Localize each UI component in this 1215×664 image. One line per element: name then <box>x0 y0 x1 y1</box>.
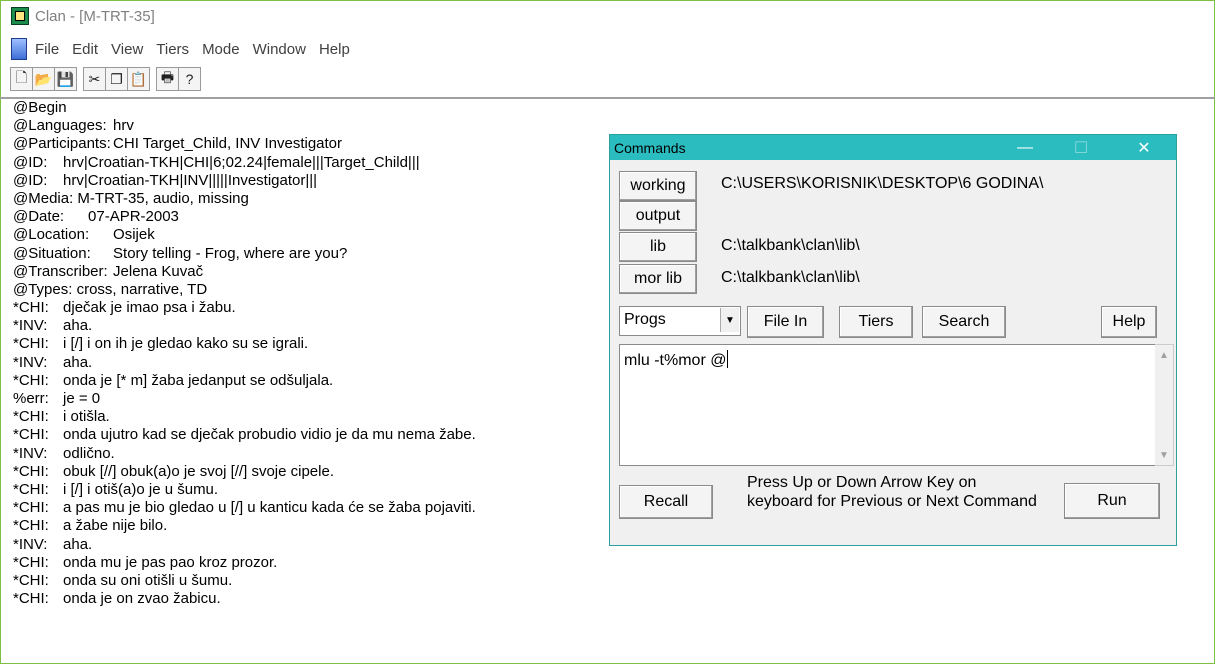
transcript-line: @Media: M-TRT-35, audio, missing <box>13 189 249 207</box>
new-file-icon[interactable]: 🗋 <box>11 68 33 90</box>
save-icon[interactable]: 💾 <box>55 68 76 90</box>
copy-icon[interactable]: ❐ <box>106 68 128 90</box>
menu-help[interactable]: Help <box>319 41 350 58</box>
search-button[interactable]: Search <box>922 306 1006 338</box>
scroll-down-icon[interactable]: ▼ <box>1155 447 1173 463</box>
recall-hint: Press Up or Down Arrow Key on keyboard f… <box>747 474 1037 510</box>
tiers-button[interactable]: Tiers <box>839 306 913 338</box>
transcript-line: @ID: hrv|Croatian-TKH|CHI|6;02.24|female… <box>13 153 420 171</box>
transcript-line: *INV: odlično. <box>13 444 115 462</box>
toolbar-misc-group: 🖶 ? <box>156 67 201 91</box>
cut-icon[interactable]: ✂ <box>84 68 106 90</box>
transcript-line: @Transcriber: Jelena Kuvač <box>13 262 204 280</box>
progs-dropdown-value: Progs <box>624 311 666 328</box>
command-input[interactable]: mlu -t%mor @ <box>619 344 1157 466</box>
transcript-line: @Situation: Story telling - Frog, where … <box>13 244 348 262</box>
transcript-line: *CHI: a žabe nije bilo. <box>13 517 168 535</box>
transcript-line: @Languages: hrv <box>13 117 134 135</box>
menu-bar: File Edit View Tiers Mode Window Help <box>1 35 1214 63</box>
menu-view[interactable]: View <box>111 41 143 58</box>
help-icon[interactable]: ? <box>179 68 200 90</box>
working-button[interactable]: working <box>619 171 697 201</box>
maximize-icon[interactable]: ☐ <box>1062 135 1100 160</box>
transcript-line: *CHI: onda su oni otišli u šumu. <box>13 571 233 589</box>
transcript-line: *CHI: a pas mu je bio gledao u [/] u kan… <box>13 499 476 517</box>
menu-tiers[interactable]: Tiers <box>156 41 189 58</box>
transcript-line: *CHI: onda je [* m] žaba jedanput se odš… <box>13 371 334 389</box>
help-button[interactable]: Help <box>1101 306 1157 338</box>
file-in-button[interactable]: File In <box>747 306 824 338</box>
chevron-down-icon[interactable]: ▼ <box>720 308 739 332</box>
transcript-line: *CHI: i [/] i on ih je gledao kako su se… <box>13 335 309 353</box>
run-button[interactable]: Run <box>1064 483 1160 519</box>
transcript-line: *CHI: obuk [//] obuk(a)o je svoj [//] sv… <box>13 462 334 480</box>
transcript-line: %err: je = 0 <box>13 390 101 407</box>
transcript-line: @Participants: CHI Target_Child, INV Inv… <box>13 135 343 153</box>
mor-lib-path: C:\talkbank\clan\lib\ <box>721 269 860 286</box>
lib-path: C:\talkbank\clan\lib\ <box>721 237 860 254</box>
close-icon[interactable]: ✕ <box>1125 135 1163 160</box>
transcript-line: *INV: aha. <box>13 535 93 553</box>
transcript-line: *CHI: i otišla. <box>13 408 110 426</box>
transcript-line: @Date: 07-APR-2003 <box>13 208 179 226</box>
menu-mode[interactable]: Mode <box>202 41 240 58</box>
working-path: C:\USERS\KORISNIK\DESKTOP\6 GODINA\ <box>721 175 1044 192</box>
transcript-text-area[interactable]: @Begin @Languages: hrv @Participants: CHI … <box>13 99 603 608</box>
commands-dialog: Commands — ☐ ✕ working C:\USERS\KORISNIK… <box>609 134 1177 546</box>
progs-dropdown[interactable]: Progs ▼ <box>619 306 741 336</box>
transcript-line: *INV: aha. <box>13 317 93 335</box>
toolbar-file-group: 🗋 📂 💾 <box>10 67 77 91</box>
transcript-line: *CHI: onda je on zvao žabicu. <box>13 590 221 608</box>
paste-icon[interactable]: 📋 <box>128 68 149 90</box>
clan-app-icon <box>11 7 29 25</box>
transcript-line: *INV: aha. <box>13 353 93 371</box>
document-icon[interactable] <box>11 38 27 60</box>
transcript-line: @ID: hrv|Croatian-TKH|INV|||||Investigat… <box>13 171 318 189</box>
menu-file[interactable]: File <box>35 41 59 58</box>
lib-button[interactable]: lib <box>619 232 697 262</box>
transcript-line: *CHI: i [/] i otiš(a)o je u šumu. <box>13 480 219 498</box>
transcript-line: @Begin <box>13 99 67 116</box>
transcript-line: *CHI: dječak je imao psa i žabu. <box>13 299 236 317</box>
transcript-line: *CHI: onda mu je pas pao kroz prozor. <box>13 553 278 571</box>
command-scrollbar[interactable]: ▲ ▼ <box>1155 344 1174 466</box>
output-button[interactable]: output <box>619 201 697 231</box>
toolbar-edit-group: ✂ ❐ 📋 <box>83 67 150 91</box>
menu-window[interactable]: Window <box>253 41 306 58</box>
print-icon[interactable]: 🖶 <box>157 68 179 90</box>
menu-edit[interactable]: Edit <box>72 41 98 58</box>
commands-title: Commands <box>614 139 686 156</box>
window-title: Clan - [M-TRT-35] <box>35 7 155 25</box>
title-bar: Clan - [M-TRT-35] <box>1 1 1214 31</box>
commands-title-bar[interactable]: Commands — ☐ ✕ <box>610 135 1176 160</box>
mor-lib-button[interactable]: mor lib <box>619 264 697 294</box>
transcript-line: *CHI: onda ujutro kad se dječak probudio… <box>13 426 476 444</box>
open-folder-icon[interactable]: 📂 <box>33 68 55 90</box>
toolbar: 🗋 📂 💾 ✂ ❐ 📋 🖶 ? <box>10 66 207 92</box>
minimize-icon[interactable]: — <box>1006 135 1044 160</box>
scroll-up-icon[interactable]: ▲ <box>1155 347 1173 363</box>
transcript-line: @Types: cross, narrative, TD <box>13 280 208 298</box>
command-text: mlu -t%mor @ <box>624 350 729 369</box>
transcript-line: @Location: Osijek <box>13 226 155 244</box>
recall-button[interactable]: Recall <box>619 485 713 519</box>
